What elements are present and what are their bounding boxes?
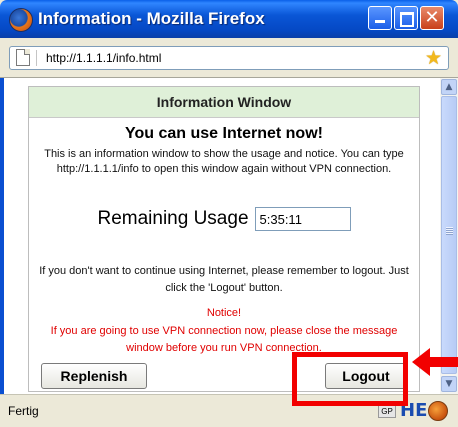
remaining-usage-label: Remaining Usage [97,208,249,229]
browser-window: Information - Mozilla Firefox ✕ http://1… [0,0,458,427]
scroll-down-icon[interactable]: ▼ [441,376,457,392]
status-text: Fertig [8,404,39,418]
annotation-arrow-shaft [428,357,458,367]
window-title: Information - Mozilla Firefox [38,9,265,28]
title-bar: Information - Mozilla Firefox ✕ [0,0,458,38]
minimize-button[interactable] [368,6,392,30]
information-panel: Information Window You can use Internet … [28,86,420,392]
scroll-thumb[interactable] [441,96,457,374]
description-text: This is an information window to show th… [44,148,404,175]
notice-title: Notice! [206,307,242,319]
scroll-grip [446,227,453,235]
gp-status-icon[interactable]: GP [378,404,396,418]
vertical-scrollbar[interactable]: ▲ ▼ [440,78,458,394]
page-content: Information Window You can use Internet … [0,78,440,394]
logout-highlight-box [292,352,408,406]
page-icon [16,49,30,66]
bookmark-star-icon[interactable]: ★ [425,47,442,69]
url-field[interactable]: http://1.1.1.1/info.html ★ [9,46,449,70]
maximize-button[interactable] [394,6,418,30]
headline: You can use Internet now! [125,125,323,142]
annotation-arrow-icon [412,348,430,376]
scroll-up-icon[interactable]: ▲ [441,79,457,95]
remaining-usage-row: Remaining Usage 5:35:11 [29,207,419,231]
url-separator [36,50,37,66]
minimize-icon [375,20,385,23]
replenish-button[interactable]: Replenish [41,363,147,389]
address-bar: http://1.1.1.1/info.html ★ [0,38,458,78]
firefox-status-icon[interactable] [428,401,448,421]
remaining-usage-field[interactable]: 5:35:11 [254,207,351,231]
firefox-logo-icon [9,8,33,32]
close-button[interactable]: ✕ [420,6,444,30]
maximize-icon [400,12,414,27]
url-text[interactable]: http://1.1.1.1/info.html [46,51,161,65]
close-icon: ✕ [424,7,440,28]
panel-title: Information Window [29,87,419,118]
logout-note: If you don't want to continue using Inte… [39,265,409,294]
